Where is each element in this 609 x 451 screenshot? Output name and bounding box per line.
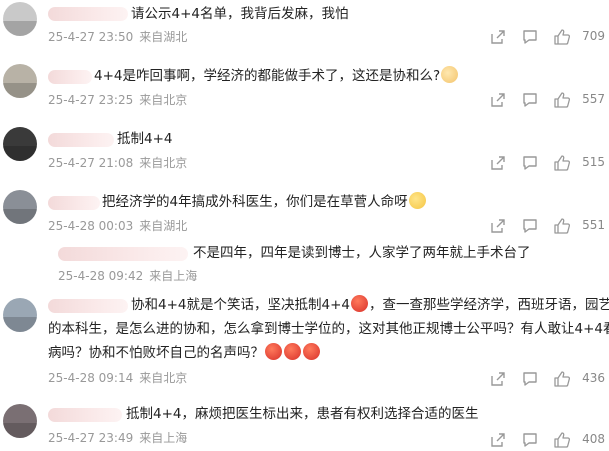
share-icon[interactable]	[489, 28, 507, 46]
comment-date: 25-4-28 09:42	[58, 269, 144, 283]
comment-actions: 436	[489, 370, 609, 388]
comment-date: 25-4-28 09:14	[48, 371, 134, 385]
avatar[interactable]	[3, 64, 37, 98]
comment-icon[interactable]	[521, 28, 539, 46]
comment-text-line1: 协和4+4就是个笑话，坚决抵制4+4 ，查一查那些学经济学，西班牙语，园艺	[131, 294, 609, 316]
comment-date: 25-4-27 23:25	[48, 93, 134, 107]
comment-text: 抵制4+4	[117, 131, 173, 147]
like-count: 557	[582, 92, 605, 106]
angry-emoji-icon	[284, 343, 301, 360]
share-icon[interactable]	[489, 370, 507, 388]
comment-text-content: 病吗？协和不怕败坏自己的名声吗？	[48, 345, 264, 361]
username-blurred[interactable]	[48, 299, 128, 313]
thumbs-up-icon[interactable]	[553, 28, 571, 46]
comment-text: 把经济学的4年搞成外科医生，你们是在草菅人命呀	[102, 191, 427, 213]
comment-text-content: 4+4是咋回事啊，学经济的都能做手术了，这还是协和么?	[94, 68, 441, 84]
cat-emoji-icon	[441, 66, 459, 83]
comment-location: 来自上海	[149, 269, 198, 283]
thumbs-up-icon[interactable]	[553, 154, 571, 172]
comment-actions: 515	[489, 154, 609, 172]
comment-icon[interactable]	[521, 431, 539, 449]
comment-icon[interactable]	[521, 91, 539, 109]
username-blurred[interactable]	[58, 247, 188, 261]
comment-meta: 25-4-27 21:08 来自北京	[48, 155, 187, 171]
sweat-emoji-icon	[408, 192, 426, 209]
username-blurred[interactable]	[48, 196, 100, 210]
comment-date: 25-4-28 00:03	[48, 219, 134, 233]
comment-text-content: ，查一查那些学经济学，西班牙语，园艺	[368, 297, 609, 313]
comment-date: 25-4-27 21:08	[48, 156, 134, 170]
comment-text: 不是四年，四年是读到博士，人家学了两年就上手术台了	[193, 245, 531, 261]
comment-meta: 25-4-27 23:50 来自湖北	[48, 29, 187, 45]
like-count: 551	[582, 218, 605, 232]
comment-actions: 551	[489, 217, 609, 235]
comment-meta: 25-4-28 09:14 来自北京	[48, 370, 187, 386]
avatar[interactable]	[3, 404, 37, 438]
avatar[interactable]	[3, 2, 37, 36]
comment-actions: 557	[489, 91, 609, 109]
username-blurred[interactable]	[48, 133, 114, 147]
comment-text: 请公示4+4名单，我背后发麻，我怕	[131, 6, 349, 22]
username-blurred[interactable]	[48, 408, 122, 422]
comment-location: 来自北京	[139, 371, 188, 385]
thumbs-up-icon[interactable]	[553, 91, 571, 109]
comment-location: 来自湖北	[139, 219, 188, 233]
comment-actions: 408	[489, 431, 609, 449]
like-count: 408	[582, 432, 605, 446]
comment-location: 来自北京	[139, 156, 188, 170]
share-icon[interactable]	[489, 154, 507, 172]
comment-location: 来自上海	[139, 431, 188, 445]
like-count: 436	[582, 371, 605, 385]
comment-text: 抵制4+4，麻烦把医生标出来，患者有权利选择合适的医生	[126, 406, 479, 422]
avatar[interactable]	[3, 190, 37, 224]
comment-icon[interactable]	[521, 154, 539, 172]
comment-date: 25-4-27 23:50	[48, 30, 134, 44]
comment-text-line3: 病吗？协和不怕败坏自己的名声吗？	[48, 342, 321, 364]
comment-icon[interactable]	[521, 217, 539, 235]
like-count: 709	[582, 29, 605, 43]
comment-meta: 25-4-28 09:42 来自上海	[58, 268, 197, 284]
comment-actions: 709	[489, 28, 609, 46]
comment-icon[interactable]	[521, 370, 539, 388]
angry-emoji-icon	[350, 295, 368, 312]
like-count: 515	[582, 155, 605, 169]
comment-text-line2: 的本科生，是怎么进的协和，怎么拿到博士学位的，这对其他正规博士公平吗？有人敢让4…	[48, 321, 609, 337]
comment-text-content: 把经济学的4年搞成外科医生，你们是在草菅人命呀	[102, 194, 408, 210]
comment-meta: 25-4-28 00:03 来自湖北	[48, 218, 187, 234]
avatar[interactable]	[3, 298, 37, 332]
avatar[interactable]	[3, 127, 37, 161]
thumbs-up-icon[interactable]	[553, 370, 571, 388]
comment-meta: 25-4-27 23:25 来自北京	[48, 92, 187, 108]
share-icon[interactable]	[489, 91, 507, 109]
username-blurred[interactable]	[48, 70, 92, 84]
username-blurred[interactable]	[48, 7, 128, 21]
comment-location: 来自北京	[139, 93, 188, 107]
angry-emoji-icon	[303, 343, 320, 360]
comment-text-content: 协和4+4就是个笑话，坚决抵制4+4	[131, 297, 350, 313]
share-icon[interactable]	[489, 431, 507, 449]
share-icon[interactable]	[489, 217, 507, 235]
comment-meta: 25-4-27 23:49 来自上海	[48, 430, 187, 446]
thumbs-up-icon[interactable]	[553, 431, 571, 449]
comment-date: 25-4-27 23:49	[48, 431, 134, 445]
thumbs-up-icon[interactable]	[553, 217, 571, 235]
comment-text: 4+4是咋回事啊，学经济的都能做手术了，这还是协和么?	[94, 65, 459, 87]
comment-location: 来自湖北	[139, 30, 188, 44]
angry-emoji-icon	[265, 343, 282, 360]
